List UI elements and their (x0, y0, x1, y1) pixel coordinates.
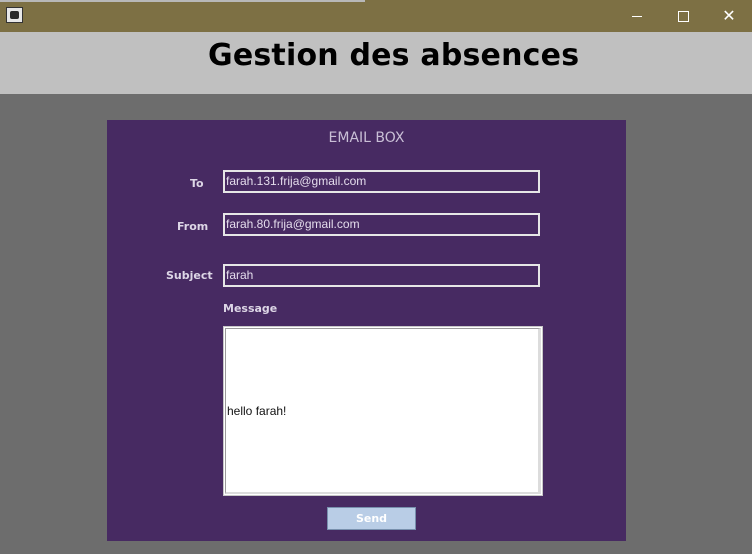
message-textarea[interactable]: hello farah! (223, 326, 543, 496)
titlebar-top-strip (0, 0, 365, 2)
close-button[interactable]: ✕ (706, 0, 752, 32)
java-app-icon (6, 7, 23, 23)
email-box-panel: EMAIL BOX To farah.131.frija@gmail.com F… (107, 120, 626, 541)
from-label: From (177, 220, 209, 233)
send-button[interactable]: Send (327, 507, 416, 530)
subject-field[interactable]: farah (223, 264, 540, 287)
maximize-button[interactable] (660, 0, 706, 32)
window-titlebar: ✕ (0, 0, 752, 32)
page-title: Gestion des absences (208, 38, 580, 73)
minimize-button[interactable] (614, 0, 660, 32)
from-field[interactable]: farah.80.frija@gmail.com (223, 213, 540, 236)
maximize-icon (677, 10, 689, 22)
to-label: To (190, 177, 204, 190)
minimize-icon (632, 15, 642, 17)
message-text: hello farah! (227, 404, 287, 418)
email-box-title: EMAIL BOX (328, 130, 405, 146)
message-label: Message (223, 302, 278, 315)
app-header: Gestion des absences (0, 32, 752, 94)
to-field[interactable]: farah.131.frija@gmail.com (223, 170, 540, 193)
subject-label: Subject (166, 269, 213, 282)
close-icon: ✕ (722, 6, 736, 25)
